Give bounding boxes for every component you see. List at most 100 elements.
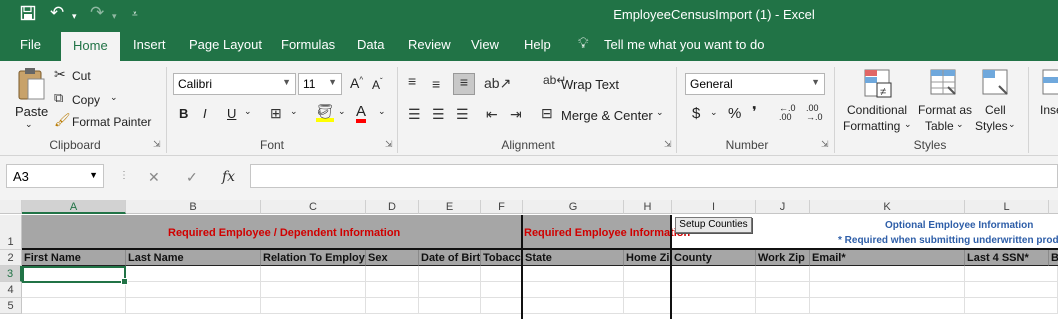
header-sex[interactable]: Sex xyxy=(366,250,419,266)
column-header-l[interactable]: L xyxy=(965,200,1049,214)
row-header-1[interactable]: 1 xyxy=(0,215,22,250)
comma-style-icon[interactable]: ❜ xyxy=(752,103,757,121)
format-painter-button[interactable]: Format Painter xyxy=(72,115,151,129)
tell-me-search[interactable]: Tell me what you want to do xyxy=(604,37,764,52)
header-email[interactable]: Email* xyxy=(810,250,965,266)
tab-formulas[interactable]: Formulas xyxy=(281,37,335,52)
column-header-i[interactable]: I xyxy=(672,200,756,214)
cell-f5[interactable] xyxy=(481,298,523,314)
cell-b3[interactable] xyxy=(126,266,261,282)
insert-function-icon[interactable]: fx xyxy=(222,169,235,185)
header-relation[interactable]: Relation To Employee xyxy=(261,250,366,266)
paste-dropdown-icon[interactable]: ⌄ xyxy=(25,119,33,130)
font-color-button[interactable]: A xyxy=(356,104,367,123)
column-header-g[interactable]: G xyxy=(523,200,624,214)
bold-button[interactable]: B xyxy=(179,106,188,121)
currency-dropdown-icon[interactable]: ⌄ xyxy=(710,107,718,118)
cell-d5[interactable] xyxy=(366,298,419,314)
cell-e3[interactable] xyxy=(419,266,481,282)
borders-icon[interactable]: ⊞ xyxy=(270,105,282,122)
italic-button[interactable]: I xyxy=(203,106,207,121)
header-b-partial[interactable]: B xyxy=(1049,250,1058,266)
insert-button[interactable]: Inse xyxy=(1040,103,1058,117)
orientation-icon[interactable]: ab↗ xyxy=(484,75,511,92)
column-header-h[interactable]: H xyxy=(624,200,672,214)
cell-i3[interactable] xyxy=(672,266,756,282)
header-last-4-ssn[interactable]: Last 4 SSN* xyxy=(965,250,1049,266)
column-header-j[interactable]: J xyxy=(756,200,810,214)
alignment-launcher-icon[interactable]: ⇲ xyxy=(664,139,672,150)
format-painter-icon[interactable]: 🖌︎ xyxy=(54,112,71,128)
active-cell-selection[interactable] xyxy=(22,266,128,285)
clipboard-launcher-icon[interactable]: ⇲ xyxy=(153,139,161,150)
tab-review[interactable]: Review xyxy=(408,37,451,52)
underline-button[interactable]: U xyxy=(227,106,236,121)
header-home-zip[interactable]: Home Zip xyxy=(624,250,672,266)
column-header-a[interactable]: A xyxy=(22,200,126,214)
name-box[interactable]: A3 ▼ xyxy=(6,164,104,188)
cell-g5[interactable] xyxy=(523,298,624,314)
cell-styles-button[interactable]: Cell xyxy=(985,103,1006,117)
cell-a5[interactable] xyxy=(22,298,126,314)
tab-help[interactable]: Help xyxy=(524,37,551,52)
cell-g4[interactable] xyxy=(523,282,624,298)
cell-styles-icon[interactable] xyxy=(982,69,1010,102)
row-header-3[interactable]: 3 xyxy=(0,266,22,282)
cell-j3[interactable] xyxy=(756,266,810,282)
number-launcher-icon[interactable]: ⇲ xyxy=(821,139,829,150)
copy-icon[interactable]: ⧉ xyxy=(54,90,63,106)
font-name-select[interactable]: Calibri ▼ xyxy=(173,73,296,95)
format-as-table-button[interactable]: Format as xyxy=(918,103,972,117)
copy-dropdown-icon[interactable]: ⌄ xyxy=(110,92,118,103)
format-as-table-icon[interactable] xyxy=(930,69,958,102)
cell-c3[interactable] xyxy=(261,266,366,282)
cancel-icon[interactable]: ✕ xyxy=(148,169,160,186)
tab-insert[interactable]: Insert xyxy=(133,37,166,52)
cell-d3[interactable] xyxy=(366,266,419,282)
increase-indent-icon[interactable]: ⇥ xyxy=(510,106,522,123)
paste-button[interactable]: Paste xyxy=(15,104,48,119)
tab-page-layout[interactable]: Page Layout xyxy=(189,37,262,52)
header-first-name[interactable]: First Name xyxy=(22,250,126,266)
select-all-corner[interactable] xyxy=(0,200,22,214)
header-tobacco[interactable]: Tobacco xyxy=(481,250,523,266)
number-format-select[interactable]: General ▼ xyxy=(685,73,825,95)
underline-dropdown-icon[interactable]: ⌄ xyxy=(244,106,252,117)
cell-e5[interactable] xyxy=(419,298,481,314)
conditional-formatting-icon[interactable]: ≠ xyxy=(864,69,892,102)
row-header-5[interactable]: 5 xyxy=(0,298,22,314)
cell-g3[interactable] xyxy=(523,266,624,282)
cell-j4[interactable] xyxy=(756,282,810,298)
cut-button[interactable]: Cut xyxy=(72,69,91,83)
cell-l4[interactable] xyxy=(965,282,1058,298)
tab-data[interactable]: Data xyxy=(357,37,384,52)
cell-styles-dropdown-icon[interactable]: ⌄ xyxy=(1008,119,1016,130)
cell-h5[interactable] xyxy=(624,298,672,314)
decrease-font-icon[interactable]: Aˇ xyxy=(372,77,383,92)
cell-i4[interactable] xyxy=(672,282,756,298)
copy-button[interactable]: Copy xyxy=(72,93,100,107)
column-header-k[interactable]: K xyxy=(810,200,965,214)
column-header-d[interactable]: D xyxy=(366,200,419,214)
column-header-c[interactable]: C xyxy=(261,200,366,214)
currency-button[interactable]: $ xyxy=(692,105,700,122)
header-state[interactable]: State xyxy=(523,250,624,266)
conditional-dropdown-icon[interactable]: ⌄ xyxy=(904,119,912,130)
percent-button[interactable]: % xyxy=(728,105,741,122)
increase-decimal-icon[interactable]: ←.0.00 xyxy=(779,104,796,122)
formula-input[interactable] xyxy=(250,164,1058,188)
cell-l5[interactable] xyxy=(965,298,1058,314)
font-color-dropdown-icon[interactable]: ⌄ xyxy=(378,106,386,117)
fill-color-dropdown-icon[interactable]: ⌄ xyxy=(338,106,346,117)
font-launcher-icon[interactable]: ⇲ xyxy=(385,139,393,150)
merge-center-button[interactable]: Merge & Center xyxy=(561,108,653,123)
cell-f3[interactable] xyxy=(481,266,523,282)
cell-h3[interactable] xyxy=(624,266,672,282)
column-header-b[interactable]: B xyxy=(126,200,261,214)
cell-f4[interactable] xyxy=(481,282,523,298)
header-county[interactable]: County xyxy=(672,250,756,266)
cell-a4[interactable] xyxy=(22,282,126,298)
decrease-decimal-icon[interactable]: .00 →.0 xyxy=(806,104,823,122)
header-work-zip[interactable]: Work Zip xyxy=(756,250,810,266)
wrap-text-button[interactable]: Wrap Text xyxy=(561,77,619,92)
